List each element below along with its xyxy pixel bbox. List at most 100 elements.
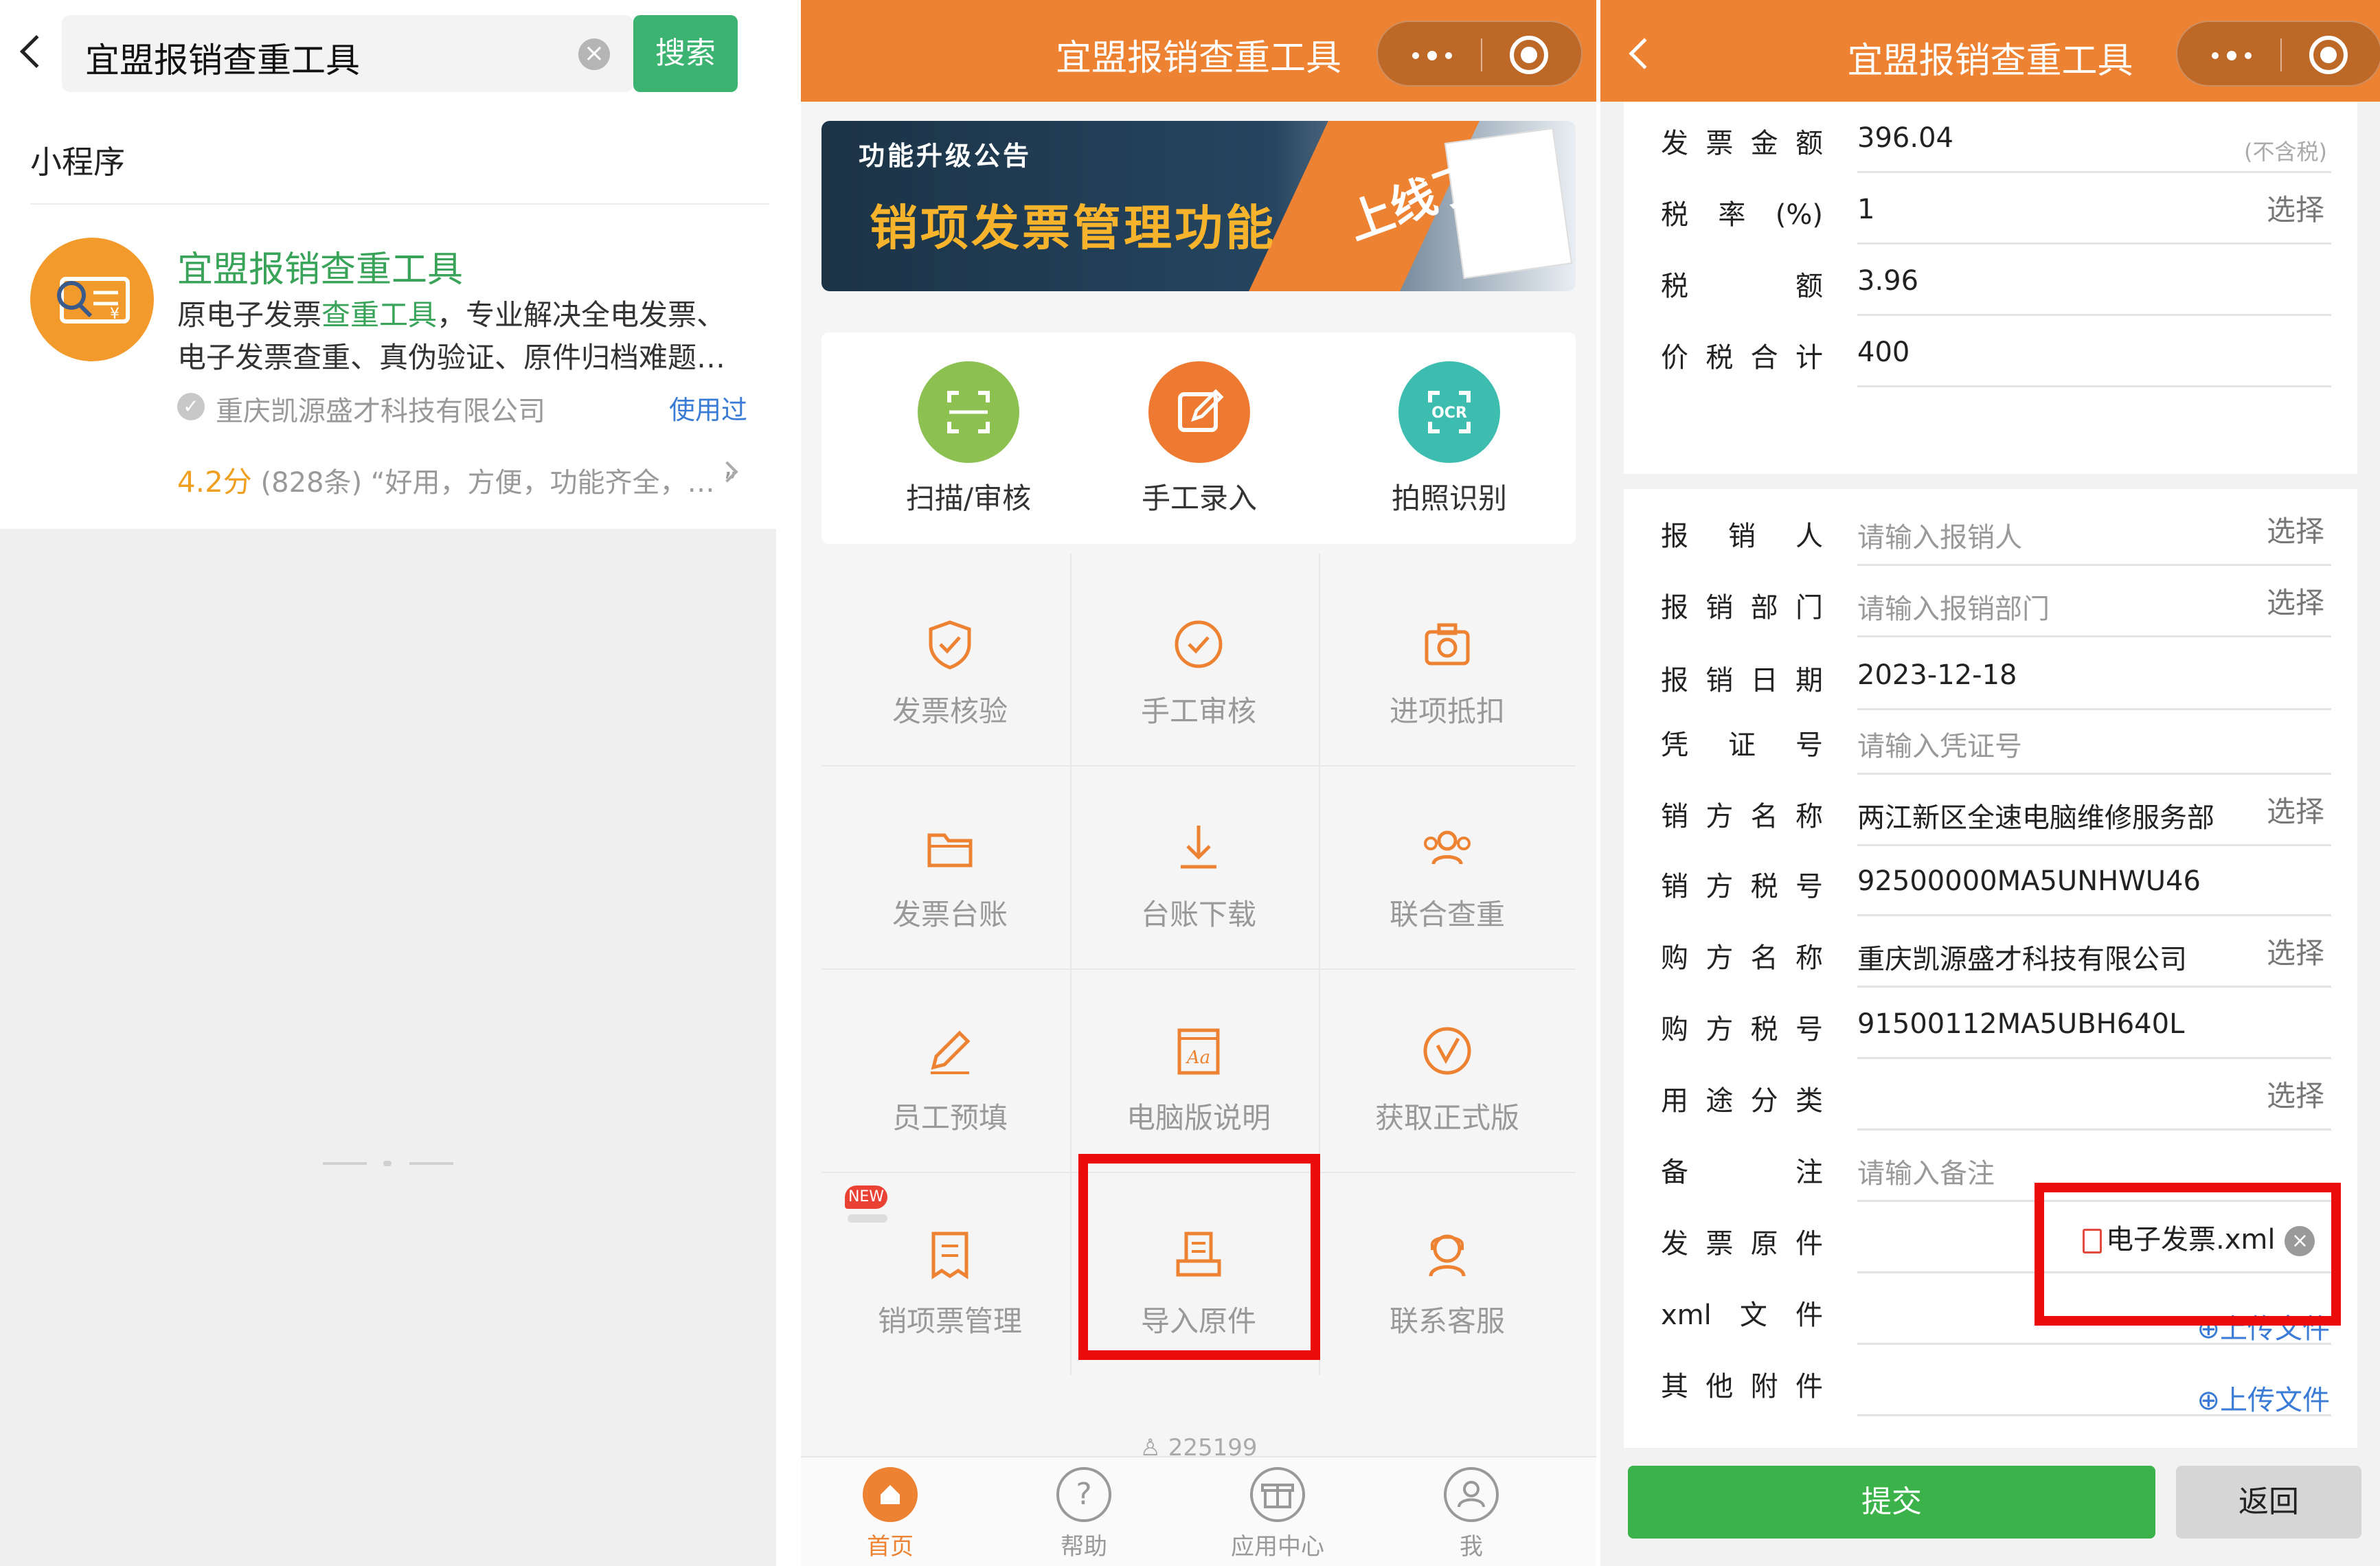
tab-app-center[interactable]: 应用中心 bbox=[1209, 1467, 1346, 1563]
department-input[interactable]: 请输入报销部门 bbox=[1857, 587, 2050, 626]
search-header: 宜盟报销查重工具 × 搜索 bbox=[0, 0, 776, 110]
total-field[interactable]: 400 bbox=[1857, 337, 1909, 368]
tax-rate-field[interactable]: 1 bbox=[1857, 194, 1874, 225]
buyer-name-field[interactable]: 重庆凯源盛才科技有限公司 bbox=[1857, 937, 2187, 977]
home-icon bbox=[863, 1467, 918, 1522]
capsule-menu[interactable] bbox=[2176, 21, 2380, 87]
grid-item-ledger-download[interactable]: 台账下载 bbox=[1077, 768, 1320, 970]
tab-label: 我 bbox=[1460, 1533, 1483, 1561]
svg-text:Aa: Aa bbox=[1186, 1047, 1210, 1068]
capsule-menu[interactable] bbox=[1376, 21, 1583, 87]
select-button[interactable]: 选择 bbox=[2267, 788, 2324, 830]
date-field[interactable]: 2023-12-18 bbox=[1857, 659, 2017, 691]
field-label: 备注 bbox=[1661, 1157, 1823, 1188]
seller-name-field[interactable]: 两江新区全速电脑维修服务部 bbox=[1857, 795, 2214, 835]
grid-item-label: 联系客服 bbox=[1389, 1304, 1505, 1338]
highlight-box bbox=[2035, 1183, 2341, 1326]
grid-item-manual-review[interactable]: 手工审核 bbox=[1077, 565, 1320, 767]
home-screen: 宜盟报销查重工具 功能升级公告 销项发票管理功能 上线了! 扫描/审核 手工录入 bbox=[801, 0, 1596, 1566]
more-icon[interactable] bbox=[1412, 51, 1460, 60]
tab-home[interactable]: 首页 bbox=[821, 1467, 959, 1563]
form-row-invoice-amount[interactable]: 发票金额 396.04 (不含税) bbox=[1624, 104, 2357, 173]
quick-actions: 扫描/审核 手工录入 OCR 拍照识别 bbox=[821, 332, 1576, 544]
quick-action-ocr[interactable]: OCR 拍照识别 bbox=[1346, 361, 1552, 519]
form-row-other-attachments[interactable]: 其他附件 ⊕上传文件 bbox=[1624, 1348, 2357, 1416]
grid-item-label: 获取正式版 bbox=[1374, 1101, 1519, 1135]
form-row-voucher[interactable]: 凭证号 请输入凭证号 bbox=[1624, 706, 2357, 775]
more-icon[interactable] bbox=[2212, 51, 2260, 60]
select-button[interactable]: 选择 bbox=[2267, 580, 2324, 622]
grid-item-pc-guide[interactable]: Aa 电脑版说明 bbox=[1077, 971, 1320, 1173]
upload-file-link[interactable]: ⊕上传文件 bbox=[2197, 1378, 2330, 1418]
invoice-amount-field[interactable]: 396.04 bbox=[1857, 122, 1953, 154]
scan-icon bbox=[918, 361, 1019, 463]
quick-action-label: 扫描/审核 bbox=[905, 481, 1032, 515]
rating-reviews: (828条) “好用，方便，功能齐全，… ” bbox=[260, 467, 738, 499]
field-label: 购方税号 bbox=[1661, 1014, 1823, 1045]
form-row-total[interactable]: 价税合计 400 bbox=[1624, 319, 2357, 387]
select-button[interactable]: 选择 bbox=[2267, 508, 2324, 550]
tax-exclusive-note: (不含税) bbox=[2244, 139, 2327, 165]
new-badge-shadow bbox=[848, 1214, 887, 1223]
quick-action-label: 拍照识别 bbox=[1391, 481, 1507, 515]
field-label: 报销部门 bbox=[1661, 592, 1823, 624]
app-name[interactable]: 宜盟报销查重工具 bbox=[177, 240, 463, 292]
field-label: xml文件 bbox=[1661, 1300, 1823, 1331]
search-results-screen: 宜盟报销查重工具 × 搜索 小程序 ¥ 宜盟报销查重工具 原电子发票查重工具，专… bbox=[0, 0, 776, 1566]
form-row-seller-name[interactable]: 销方名称 两江新区全速电脑维修服务部 选择 bbox=[1624, 778, 2357, 846]
form-row-department[interactable]: 报销部门 请输入报销部门 选择 bbox=[1624, 569, 2357, 637]
grid-item-joint-check[interactable]: 联合查重 bbox=[1326, 768, 1569, 970]
grid-divider bbox=[1070, 554, 1072, 1375]
camera-icon bbox=[1425, 623, 1470, 666]
rating-line[interactable]: 4.2分 (828条) “好用，方便，功能齐全，… ” bbox=[177, 459, 738, 501]
field-label: 发票金额 bbox=[1661, 128, 1823, 159]
form-row-buyer-tax-id[interactable]: 购方税号 91500112MA5UBH640L bbox=[1624, 990, 2357, 1059]
back-chevron-icon[interactable] bbox=[19, 34, 54, 69]
grid-item-contact-support[interactable]: 联系客服 bbox=[1326, 1174, 1569, 1376]
select-button[interactable]: 选择 bbox=[2267, 187, 2324, 229]
close-miniprogram-icon[interactable] bbox=[1510, 36, 1548, 74]
form-row-date[interactable]: 报销日期 2023-12-18 bbox=[1624, 642, 2357, 710]
claimant-input[interactable]: 请输入报销人 bbox=[1857, 515, 2022, 555]
support-icon bbox=[1429, 1234, 1466, 1277]
field-label: 发票原件 bbox=[1661, 1228, 1823, 1260]
search-button[interactable]: 搜索 bbox=[633, 15, 738, 92]
search-query: 宜盟报销查重工具 bbox=[85, 41, 360, 80]
quick-action-scan[interactable]: 扫描/审核 bbox=[865, 361, 1072, 519]
tab-help[interactable]: ? 帮助 bbox=[1015, 1467, 1153, 1563]
form-row-buyer-name[interactable]: 购方名称 重庆凯源盛才科技有限公司 选择 bbox=[1624, 919, 2357, 988]
grid-item-label: 联合查重 bbox=[1389, 898, 1505, 931]
grid-item-input-deduction[interactable]: 进项抵扣 bbox=[1326, 565, 1569, 767]
grid-item-employee-prefill[interactable]: 员工预填 bbox=[828, 971, 1072, 1173]
tab-me[interactable]: 我 bbox=[1403, 1467, 1540, 1563]
grid-item-label: 进项抵扣 bbox=[1389, 694, 1505, 728]
return-button[interactable]: 返回 bbox=[2176, 1466, 2361, 1539]
quick-action-manual[interactable]: 手工录入 bbox=[1096, 361, 1302, 519]
voucher-input[interactable]: 请输入凭证号 bbox=[1857, 724, 2022, 764]
tax-amount-field[interactable]: 3.96 bbox=[1857, 265, 1918, 297]
search-input[interactable]: 宜盟报销查重工具 × bbox=[62, 15, 633, 92]
gift-icon bbox=[1250, 1467, 1305, 1522]
grid-item-get-full-version[interactable]: 获取正式版 bbox=[1326, 971, 1569, 1173]
remark-input[interactable]: 请输入备注 bbox=[1857, 1151, 1995, 1191]
form-row-purpose[interactable]: 用途分类 选择 bbox=[1624, 1062, 2357, 1131]
clear-icon[interactable]: × bbox=[578, 38, 610, 70]
announcement-banner[interactable]: 功能升级公告 销项发票管理功能 上线了! bbox=[821, 121, 1576, 291]
select-button[interactable]: 选择 bbox=[2267, 930, 2324, 972]
form-row-seller-tax-id[interactable]: 销方税号 92500000MA5UNHWU46 bbox=[1624, 848, 2357, 916]
grid-item-invoice-ledger[interactable]: 发票台账 bbox=[828, 768, 1072, 970]
form-row-claimant[interactable]: 报销人 请输入报销人 选择 bbox=[1624, 497, 2357, 566]
new-badge: NEW bbox=[845, 1185, 887, 1209]
app-logo: ¥ bbox=[30, 238, 154, 361]
submit-button[interactable]: 提交 bbox=[1628, 1466, 2155, 1539]
select-button[interactable]: 选择 bbox=[2267, 1073, 2324, 1115]
buyer-tax-id-field[interactable]: 91500112MA5UBH640L bbox=[1857, 1008, 2184, 1040]
company-name: 重庆凯源盛才科技有限公司 bbox=[216, 396, 545, 427]
ocr-icon: OCR bbox=[1398, 361, 1500, 463]
grid-item-invoice-verify[interactable]: 发票核验 bbox=[828, 565, 1072, 767]
form-row-tax-amount[interactable]: 税额 3.96 bbox=[1624, 247, 2357, 316]
field-label: 报销日期 bbox=[1661, 665, 1823, 696]
form-row-tax-rate[interactable]: 税率(%) 1 选择 bbox=[1624, 176, 2357, 245]
seller-tax-id-field[interactable]: 92500000MA5UNHWU46 bbox=[1857, 865, 2201, 897]
close-miniprogram-icon[interactable] bbox=[2309, 36, 2348, 74]
